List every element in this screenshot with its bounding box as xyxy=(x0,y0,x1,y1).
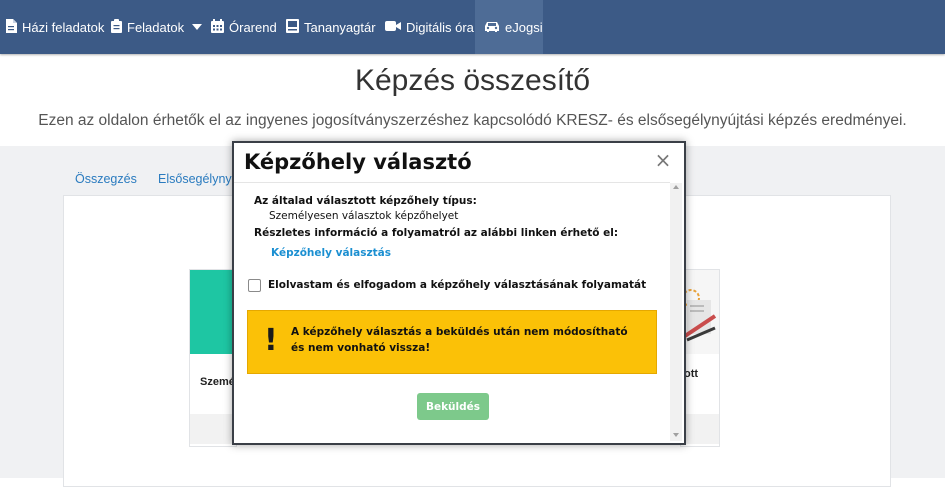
nav-label: Digitális óra xyxy=(406,19,474,35)
exclamation-icon: ! xyxy=(264,323,278,358)
scroll-down-icon[interactable] xyxy=(673,433,679,437)
nav-ejogsi[interactable]: eJogsi xyxy=(475,0,543,54)
selected-type-label: Az általad választott képzőhely típus: xyxy=(254,195,477,207)
page-subtitle: Ezen az oldalon érhetők el az ingyenes j… xyxy=(38,112,907,129)
nav-label: Tananyagtár xyxy=(304,19,376,35)
modal-divider xyxy=(234,182,670,183)
scroll-up-icon[interactable] xyxy=(673,185,679,189)
nav-orarend[interactable]: Órarend xyxy=(211,0,277,54)
selected-type-value: Személyesen választok képzőhelyet xyxy=(269,210,459,222)
nav-label: Feladatok xyxy=(127,19,185,35)
car-icon xyxy=(484,20,500,35)
nav-label: Házi feladatok xyxy=(22,19,105,35)
clipboard-icon xyxy=(111,18,122,36)
nav-hazi-feladatok[interactable]: Házi feladatok xyxy=(5,0,104,54)
tab-elsosegelynyujtas[interactable]: Elsősegélynyú xyxy=(158,172,239,186)
tab-osszegzes[interactable]: Összegzés xyxy=(75,172,137,186)
document-icon xyxy=(5,18,17,36)
nav-feladatok-dropdown[interactable]: Feladatok xyxy=(111,0,203,54)
page-title: Képzés összesítő xyxy=(354,64,591,97)
card-title-right: ott xyxy=(684,368,699,380)
training-place-modal: Képzőhely választó × Az általad választo… xyxy=(232,141,686,445)
training-place-link[interactable]: Képzőhely választás xyxy=(271,247,391,259)
chevron-down-icon xyxy=(192,24,203,30)
nav-digitalis-ora[interactable]: Digitális óra xyxy=(385,0,474,54)
modal-scrollbar[interactable] xyxy=(670,183,682,441)
calendar-icon xyxy=(211,18,224,36)
close-icon[interactable]: × xyxy=(654,150,672,170)
nav-tananyagtar[interactable]: Tananyagtár xyxy=(286,0,376,54)
card-image xyxy=(190,270,236,354)
video-camera-icon xyxy=(385,20,401,35)
modal-title: Képzőhely választó xyxy=(244,150,472,174)
card-footer-right xyxy=(681,414,719,444)
card-illustration xyxy=(681,270,719,354)
warning-box: ! A képzőhely választás a beküldés után … xyxy=(247,310,657,374)
info-label: Részletes információ a folyamatról az al… xyxy=(254,227,619,239)
nav-label: Órarend xyxy=(229,19,277,35)
book-icon xyxy=(286,18,299,36)
accept-checkbox[interactable] xyxy=(248,279,261,292)
card-footer-left xyxy=(190,414,236,444)
warning-text: A képzőhely választás a beküldés után ne… xyxy=(291,326,628,354)
nav-label: eJogsi xyxy=(505,19,543,35)
card-title-left: Szemé xyxy=(200,376,235,388)
submit-button[interactable]: Beküldés xyxy=(417,393,489,420)
checkbox-label[interactable]: Elolvastam és elfogadom a képzőhely vála… xyxy=(268,279,646,291)
top-navbar: Házi feladatok Feladatok Órarend Tananya… xyxy=(0,0,945,54)
